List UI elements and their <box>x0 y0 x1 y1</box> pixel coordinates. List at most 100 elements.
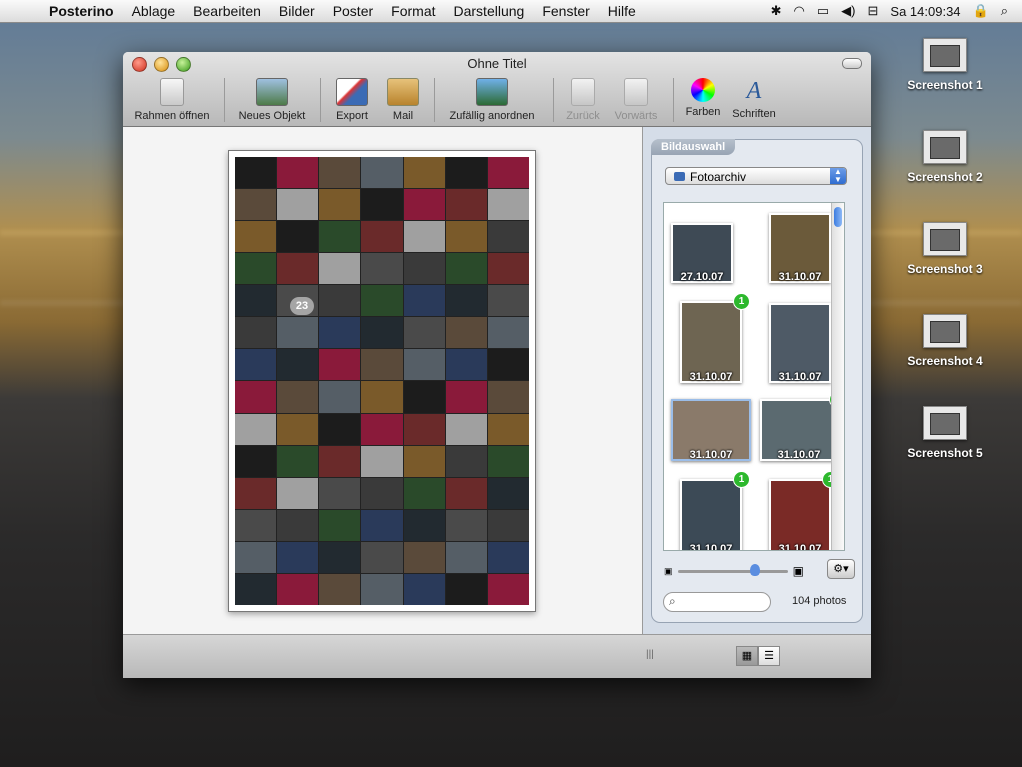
mosaic-tile[interactable] <box>235 157 277 189</box>
bluetooth-icon[interactable]: ✱ <box>771 3 782 19</box>
poster-canvas-area[interactable]: 23 <box>123 127 643 634</box>
mosaic-tile[interactable] <box>277 253 319 285</box>
photo-thumbnail[interactable]: 1 31.10.07 <box>769 471 839 550</box>
mosaic-tile[interactable] <box>277 317 319 349</box>
mosaic-tile[interactable] <box>319 381 361 413</box>
mosaic-tile[interactable] <box>319 509 361 541</box>
mosaic-tile[interactable] <box>445 573 487 605</box>
mosaic-tile[interactable] <box>487 541 529 573</box>
mosaic-tile[interactable] <box>361 381 403 413</box>
mosaic-tile[interactable] <box>235 349 277 381</box>
mosaic-tile[interactable] <box>277 381 319 413</box>
mosaic-tile[interactable] <box>487 157 529 189</box>
mosaic-tile[interactable] <box>235 445 277 477</box>
mosaic-tile[interactable] <box>445 285 487 317</box>
photo-search-field[interactable]: ⌕ <box>663 592 771 612</box>
photo-thumbnail-selected[interactable]: 31.10.07 <box>671 399 751 461</box>
mosaic-tile[interactable] <box>445 253 487 285</box>
mosaic-tile[interactable] <box>235 573 277 605</box>
mosaic-tile[interactable] <box>487 477 529 509</box>
mosaic-tile[interactable] <box>445 477 487 509</box>
mosaic-tile[interactable] <box>445 445 487 477</box>
mosaic-tile[interactable] <box>487 189 529 221</box>
mosaic-tile[interactable] <box>445 317 487 349</box>
schriften-button[interactable]: A Schriften <box>729 78 779 120</box>
desktop-icon-screenshot-5[interactable]: Screenshot 5 <box>900 406 990 460</box>
display-icon[interactable]: ⊟ <box>868 3 879 19</box>
menu-app-posterino[interactable]: Posterino <box>40 3 123 19</box>
mosaic-tile[interactable] <box>235 253 277 285</box>
mosaic-tile[interactable] <box>361 157 403 189</box>
mosaic-tile[interactable] <box>277 573 319 605</box>
mosaic-tile[interactable] <box>235 413 277 445</box>
slider-knob[interactable] <box>750 564 760 576</box>
mosaic-tile[interactable] <box>445 157 487 189</box>
mosaic-tile[interactable] <box>403 573 445 605</box>
mosaic-tile[interactable] <box>403 221 445 253</box>
mosaic-tile[interactable] <box>277 221 319 253</box>
action-gear-button[interactable]: ⚙▾ <box>827 559 855 579</box>
mosaic-tile[interactable] <box>487 413 529 445</box>
photo-thumbnail[interactable]: 31.10.07 <box>769 303 831 383</box>
mosaic-tile[interactable] <box>487 573 529 605</box>
zurueck-button[interactable]: Zurück <box>563 78 603 122</box>
mosaic-tile[interactable] <box>487 445 529 477</box>
mosaic-tile[interactable] <box>403 157 445 189</box>
mosaic-tile[interactable] <box>361 509 403 541</box>
mosaic-tile[interactable] <box>403 477 445 509</box>
mosaic-tile[interactable] <box>403 349 445 381</box>
list-view-icon[interactable]: ☰ <box>758 646 780 666</box>
mosaic-tile[interactable] <box>487 253 529 285</box>
photo-thumbnail[interactable]: 1 31.10.07 <box>760 391 844 461</box>
mail-button[interactable]: Mail <box>383 78 423 122</box>
mosaic-tile[interactable] <box>361 541 403 573</box>
splitter-grip-icon[interactable]: ||| <box>646 649 654 660</box>
mosaic-tile[interactable] <box>403 509 445 541</box>
mosaic-tile[interactable] <box>235 509 277 541</box>
mosaic-tile[interactable] <box>403 445 445 477</box>
photo-thumbnail[interactable]: 27.10.07 <box>671 223 733 283</box>
mosaic-tile[interactable] <box>277 349 319 381</box>
mosaic-tile[interactable] <box>403 285 445 317</box>
menu-darstellung[interactable]: Darstellung <box>445 3 534 19</box>
menu-hilfe[interactable]: Hilfe <box>599 3 645 19</box>
mosaic-tile[interactable] <box>235 285 277 317</box>
desktop-icon-screenshot-4[interactable]: Screenshot 4 <box>900 314 990 368</box>
mosaic-tile[interactable] <box>319 221 361 253</box>
mosaic-tile[interactable] <box>235 381 277 413</box>
photo-mosaic[interactable] <box>235 157 529 605</box>
export-button[interactable]: Export <box>329 78 375 122</box>
mosaic-tile[interactable] <box>319 157 361 189</box>
mosaic-tile[interactable] <box>403 317 445 349</box>
mosaic-tile[interactable] <box>235 477 277 509</box>
spotlight-search-icon[interactable]: ⌕ <box>1001 3 1008 19</box>
mosaic-tile[interactable] <box>445 349 487 381</box>
mosaic-tile[interactable] <box>403 413 445 445</box>
photo-browser-scrollbar[interactable] <box>831 203 844 550</box>
photo-thumbnail[interactable]: 31.10.07 <box>769 213 831 283</box>
menu-ablage[interactable]: Ablage <box>123 3 185 19</box>
desktop-icon-screenshot-2[interactable]: Screenshot 2 <box>900 130 990 184</box>
mosaic-tile[interactable] <box>277 541 319 573</box>
mosaic-tile[interactable] <box>277 157 319 189</box>
neues-objekt-button[interactable]: Neues Objekt <box>234 78 310 122</box>
photo-browser[interactable]: 27.10.07 31.10.07 1 31.10.07 31.10.07 31… <box>663 202 845 551</box>
mosaic-tile[interactable] <box>445 541 487 573</box>
thumbnail-size-slider[interactable]: ▣ ▣ <box>664 564 804 578</box>
mosaic-tile[interactable] <box>361 317 403 349</box>
mosaic-tile[interactable] <box>361 253 403 285</box>
title-bar[interactable]: Ohne Titel Rahmen öffnen Neues Objekt Ex… <box>123 52 871 127</box>
photo-thumbnail[interactable]: 1 31.10.07 <box>680 293 750 383</box>
mosaic-tile[interactable] <box>361 573 403 605</box>
mosaic-tile[interactable] <box>319 573 361 605</box>
mosaic-tile[interactable] <box>319 477 361 509</box>
mosaic-tile[interactable] <box>235 317 277 349</box>
mosaic-tile[interactable] <box>319 285 361 317</box>
menu-poster[interactable]: Poster <box>324 3 382 19</box>
mosaic-tile[interactable] <box>235 541 277 573</box>
mosaic-tile[interactable] <box>445 221 487 253</box>
mosaic-tile[interactable] <box>445 381 487 413</box>
mosaic-tile[interactable] <box>445 189 487 221</box>
mosaic-tile[interactable] <box>361 349 403 381</box>
mosaic-tile[interactable] <box>319 317 361 349</box>
